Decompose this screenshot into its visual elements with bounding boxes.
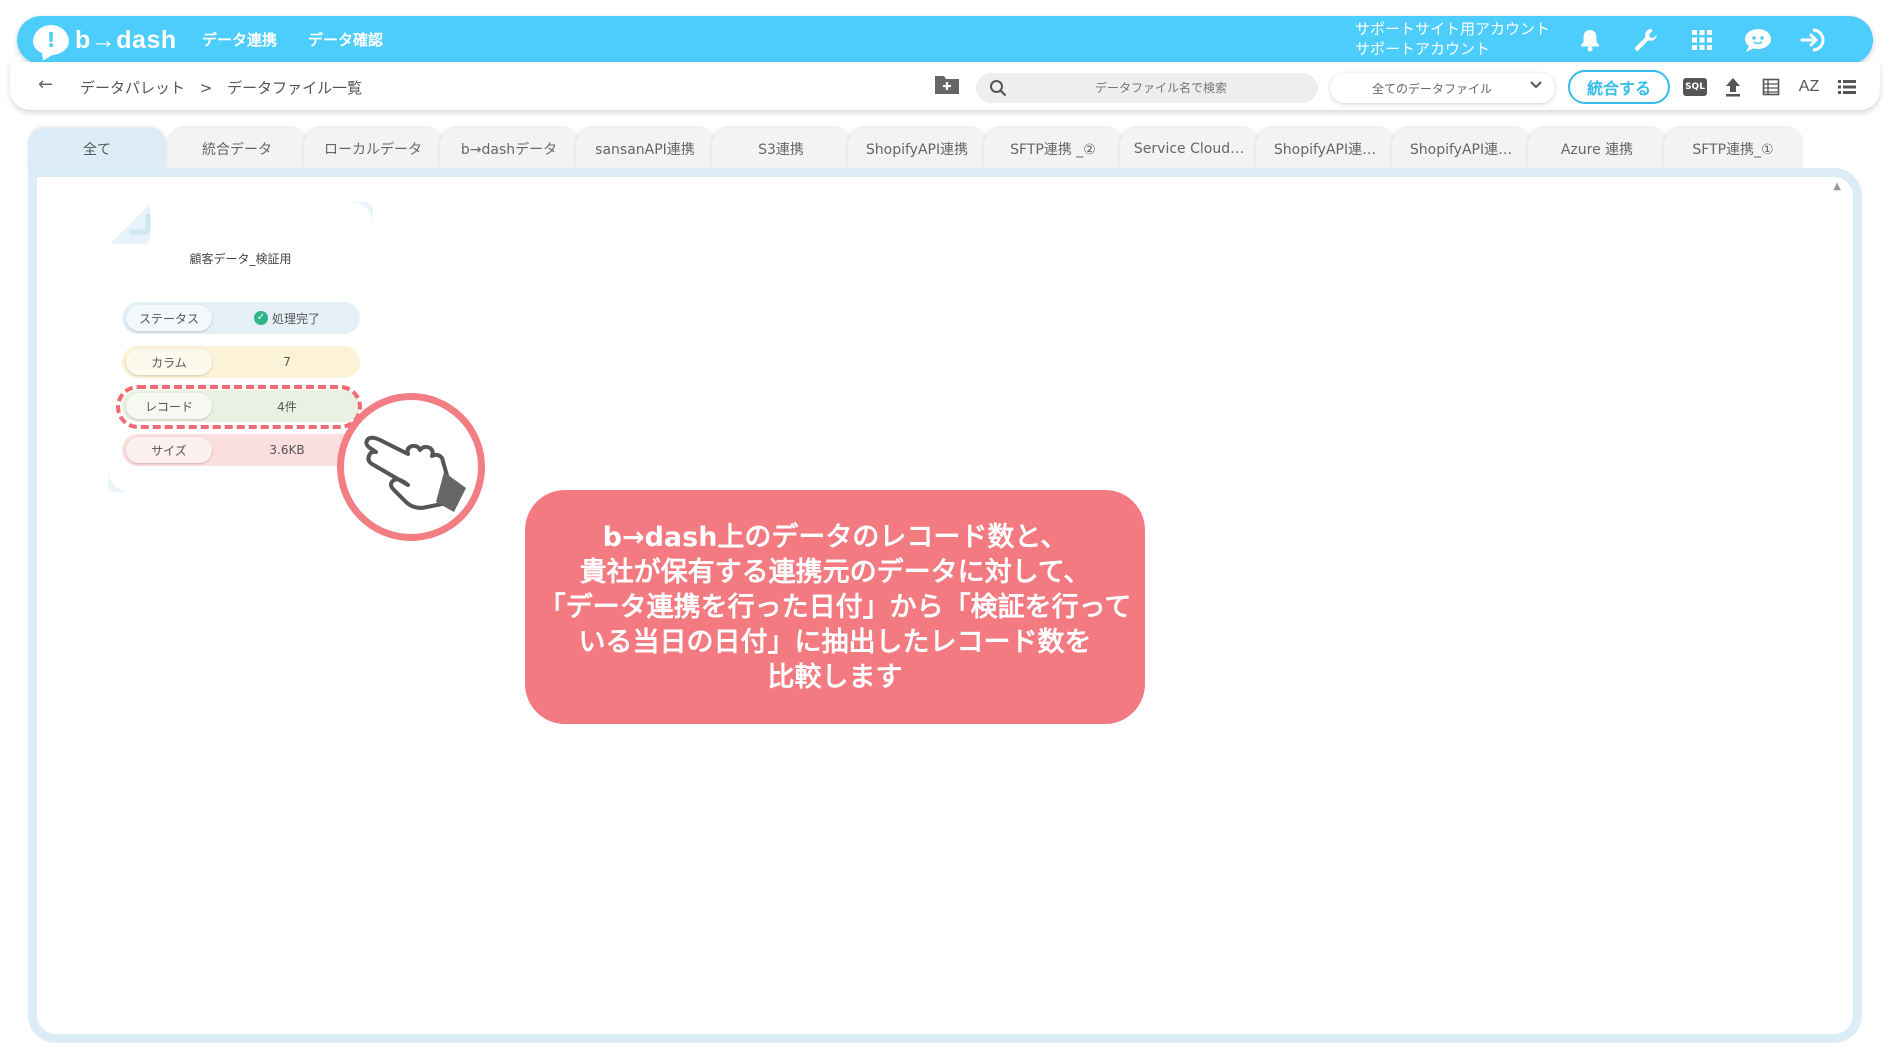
- breadcrumb-data-file-list: データファイル一覧: [227, 79, 363, 97]
- tab-shopify-api[interactable]: ShopifyAPI連携: [848, 128, 986, 170]
- apps-grid-icon[interactable]: [1686, 24, 1718, 56]
- sql-label: SQL: [1683, 78, 1707, 96]
- size-value: 3.6KB: [269, 443, 305, 457]
- sort-az-icon[interactable]: AZ: [1796, 74, 1822, 100]
- check-circle-icon: ✓: [253, 311, 268, 325]
- tab-s3[interactable]: S3連携: [712, 128, 850, 170]
- top-navigation-bar: ! b→dash データ連携 データ確認 サポートサイト用アカウント サポートア…: [17, 16, 1873, 64]
- tab-azure[interactable]: Azure 連携: [1528, 128, 1666, 170]
- file-filter-select[interactable]: 全てのデータファイル: [1330, 73, 1555, 103]
- search-icon: [989, 79, 1007, 101]
- account-site-name: サポートサイト用アカウント: [1355, 20, 1551, 38]
- breadcrumb: データパレット > データファイル一覧: [80, 77, 372, 98]
- wrench-icon[interactable]: [1630, 24, 1662, 56]
- breadcrumb-data-palette[interactable]: データパレット: [80, 79, 185, 97]
- record-highlight-outline: [116, 385, 362, 429]
- table-view-icon[interactable]: [1758, 74, 1784, 100]
- upload-icon[interactable]: [1720, 74, 1746, 100]
- status-value: 処理完了: [271, 311, 320, 326]
- breadcrumb-separator: >: [199, 79, 213, 97]
- tab-service-cloud[interactable]: Service Cloud…: [1120, 128, 1258, 170]
- list-view-icon[interactable]: [1834, 74, 1860, 100]
- file-filter-value: 全てのデータファイル: [1372, 82, 1493, 96]
- sort-az-label: AZ: [1798, 78, 1820, 95]
- card-folded-corner-icon: [110, 204, 151, 244]
- tab-bdash-data[interactable]: b→dashデータ: [440, 128, 578, 170]
- tab-shopify-api-3[interactable]: ShopifyAPI連…: [1392, 128, 1530, 170]
- b-dash-logo[interactable]: ! b→dash: [33, 23, 177, 57]
- account-user-name: サポートアカウント: [1355, 40, 1491, 58]
- data-file-tabs: 全て 統合データ ローカルデータ b→dashデータ sansanAPI連携 S…: [28, 128, 1868, 170]
- scroll-up-arrow-icon[interactable]: ▲: [1833, 181, 1841, 192]
- size-row: サイズ 3.6KB: [122, 434, 360, 466]
- column-value: 7: [283, 355, 291, 369]
- explanation-callout: b→dash上のデータのレコード数と、 貴社が保有する連携元のデータに対して、 …: [525, 490, 1145, 724]
- logout-icon[interactable]: [1798, 24, 1830, 56]
- account-info[interactable]: サポートサイト用アカウント サポートアカウント: [1355, 19, 1550, 59]
- folder-add-icon[interactable]: [934, 73, 960, 99]
- chevron-down-icon: [1529, 78, 1543, 96]
- size-label: サイズ: [126, 437, 212, 463]
- callout-text: b→dash上のデータのレコード数と、 貴社が保有する連携元のデータに対して、 …: [538, 521, 1132, 693]
- status-value-wrap: ✓ 処理完了: [218, 302, 356, 334]
- column-label: カラム: [126, 349, 212, 375]
- pointing-hand-icon: [337, 393, 485, 541]
- nav-data-integration[interactable]: データ連携: [202, 29, 277, 50]
- column-row: カラム 7: [122, 346, 360, 378]
- bell-icon[interactable]: [1574, 24, 1606, 56]
- nav-data-confirmation[interactable]: データ確認: [308, 29, 383, 50]
- tab-merged-data[interactable]: 統合データ: [168, 128, 306, 170]
- search-input[interactable]: [1016, 78, 1306, 98]
- back-arrow-icon[interactable]: ←: [38, 74, 53, 95]
- tab-shopify-api-2[interactable]: ShopifyAPI連…: [1256, 128, 1394, 170]
- status-label: ステータス: [126, 305, 212, 331]
- breadcrumb-toolbar: ← データパレット > データファイル一覧 全てのデータファイル 統合する SQ…: [10, 62, 1880, 110]
- tab-all[interactable]: 全て: [28, 128, 166, 170]
- chat-bot-icon[interactable]: [1742, 24, 1774, 56]
- logo-bubble-icon: !: [33, 25, 69, 55]
- search-box[interactable]: [976, 73, 1318, 103]
- tab-sansan-api[interactable]: sansanAPI連携: [576, 128, 714, 170]
- logo-text: b→dash: [75, 25, 177, 54]
- status-row: ステータス ✓ 処理完了: [122, 302, 360, 334]
- tab-sftp-1[interactable]: SFTP連携_①: [1664, 128, 1802, 170]
- tab-sftp-2[interactable]: SFTP連携 _②: [984, 128, 1122, 170]
- tab-local-data[interactable]: ローカルデータ: [304, 128, 442, 170]
- merge-button[interactable]: 統合する: [1568, 70, 1670, 104]
- sql-icon[interactable]: SQL: [1682, 74, 1708, 100]
